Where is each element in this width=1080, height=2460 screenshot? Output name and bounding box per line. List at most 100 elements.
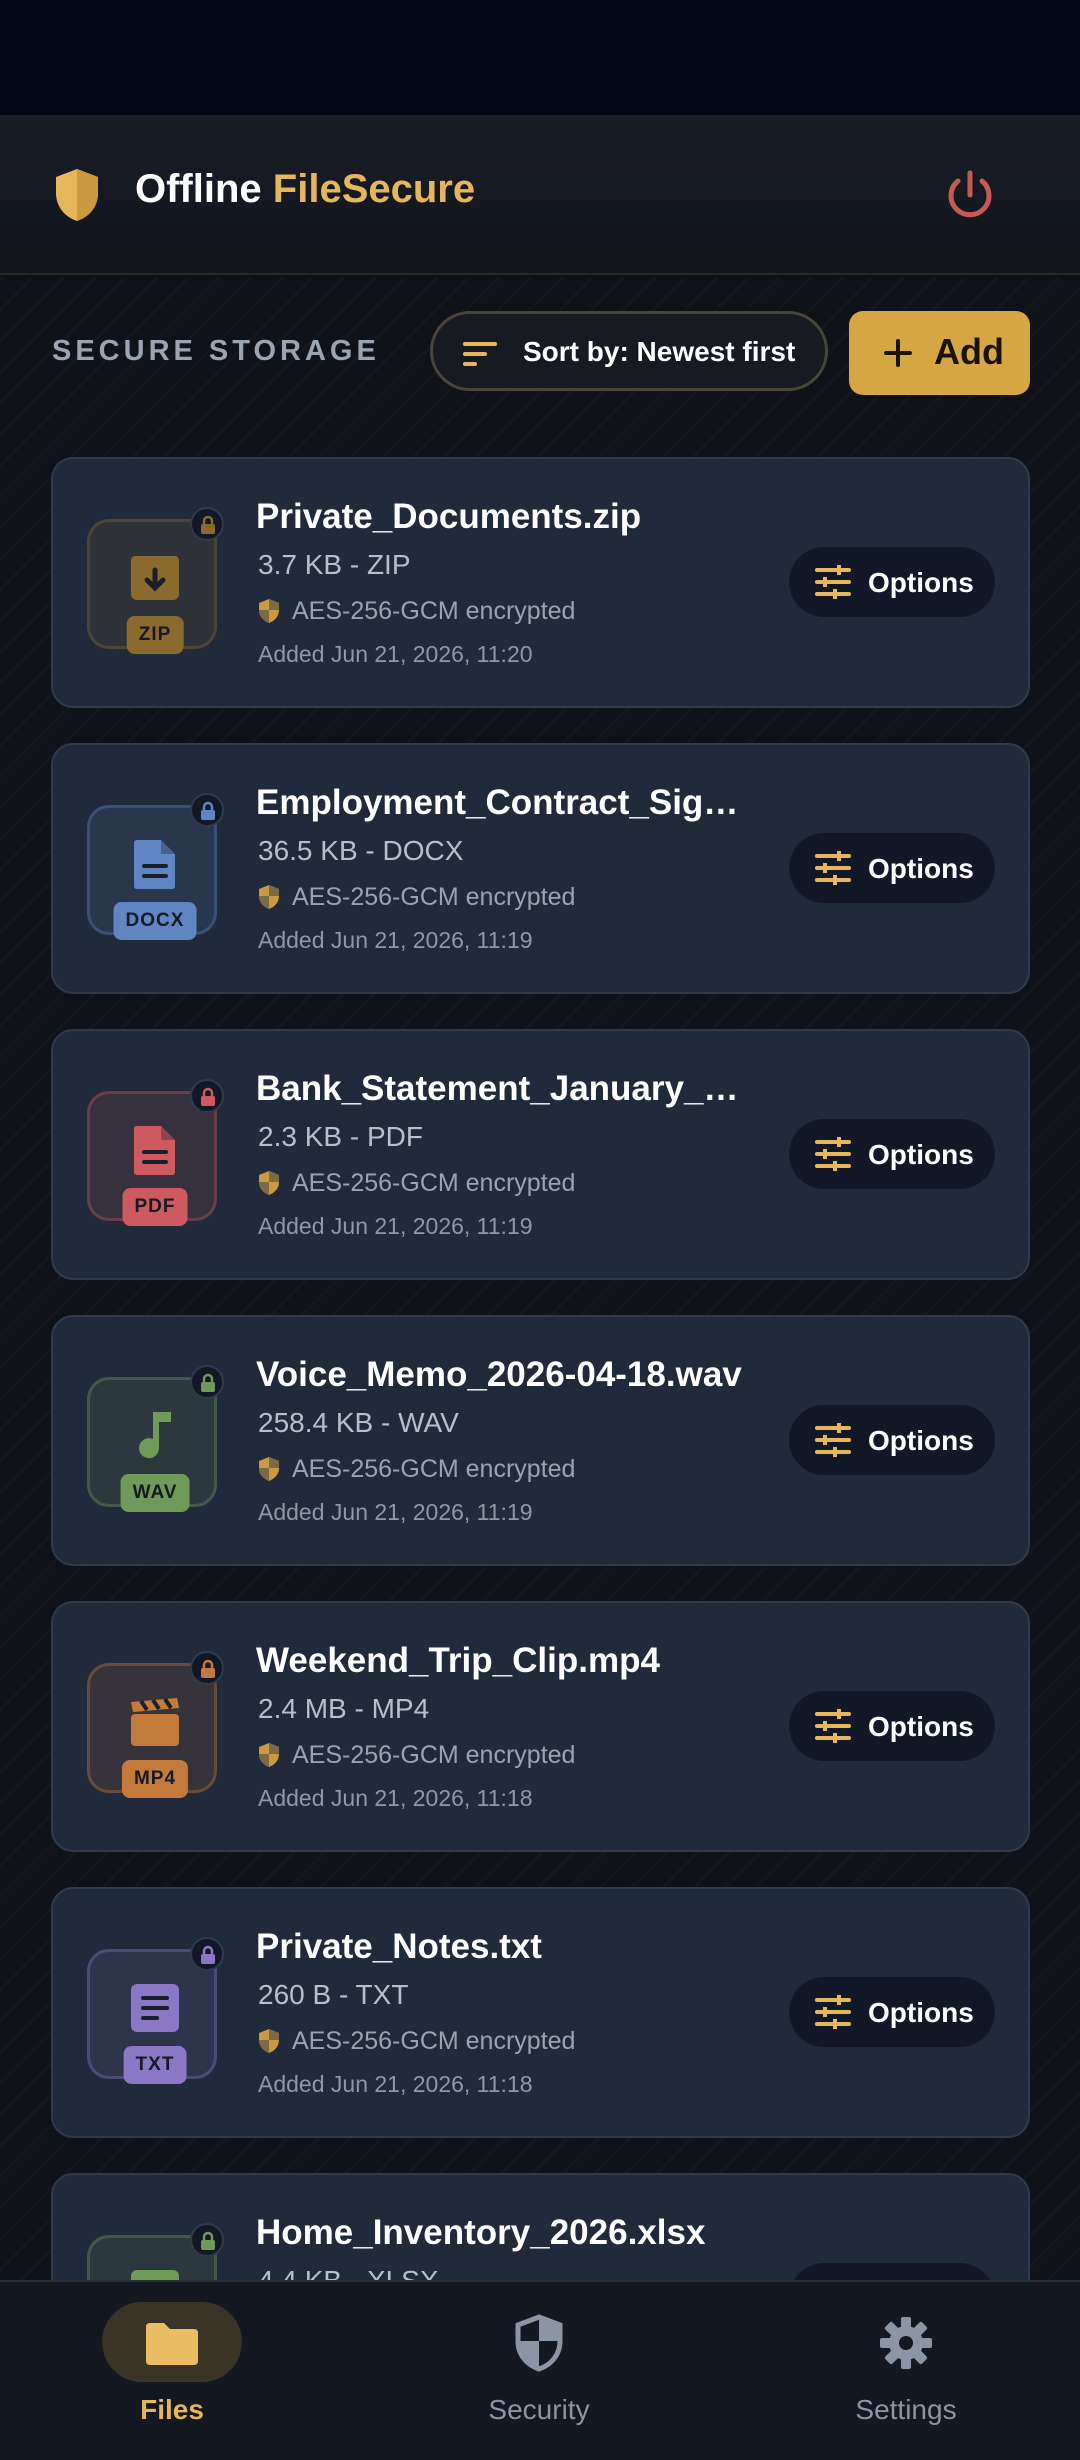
options-label: Options — [868, 1711, 974, 1742]
encryption-label: AES-256-GCM encrypted — [292, 1740, 576, 1769]
options-button[interactable]: Options — [789, 833, 995, 903]
file-type-tag: TXT — [123, 2046, 187, 2084]
nav-files-label: Files — [140, 2394, 204, 2425]
encryption-status: AES-256-GCM encrypted — [258, 1738, 575, 1772]
file-type-tag: MP4 — [121, 1760, 189, 1798]
added-date: Added Jun 21, 2026, 11:20 — [258, 641, 533, 667]
file-list-area[interactable]: SECURE STORAGE Sort by: Newest first Add… — [0, 277, 1080, 2280]
lock-badge — [190, 507, 224, 541]
file-card[interactable]: PDF Bank_Statement_January_2026.pdf 2.3 … — [51, 1029, 1030, 1280]
file-size-type: 260 B - TXT — [258, 1979, 409, 2010]
document-icon — [134, 840, 175, 889]
lock-badge — [190, 1079, 224, 1113]
lock-badge — [190, 2223, 224, 2257]
lock-badge — [190, 1651, 224, 1685]
file-card[interactable]: MP4 Weekend_Trip_Clip.mp4 2.4 MB - MP4 A… — [51, 1601, 1030, 1852]
file-card[interactable]: DOCX Employment_Contract_Signed.docx 36.… — [51, 743, 1030, 994]
lock-icon — [201, 1659, 215, 1678]
app-title-accent: FileSecure — [272, 167, 476, 211]
lock-icon — [201, 2231, 215, 2250]
power-icon — [948, 170, 992, 218]
added-date: Added Jun 21, 2026, 11:18 — [258, 1785, 533, 1811]
file-card[interactable]: XLSX Home_Inventory_2026.xlsx 4.4 KB - X… — [51, 2173, 1030, 2280]
sort-label: Sort by: Newest first — [523, 336, 796, 367]
options-button[interactable]: Options — [789, 2263, 995, 2280]
file-size-type: 36.5 KB - DOCX — [258, 835, 464, 866]
options-button[interactable]: Options — [789, 547, 995, 617]
app-title: Offline FileSecure — [135, 167, 475, 212]
file-type-tag: PDF — [122, 1188, 188, 1226]
file-card[interactable]: TXT Private_Notes.txt 260 B - TXT AES-25… — [51, 1887, 1030, 2138]
options-button[interactable]: Options — [789, 1119, 995, 1189]
folder-icon — [146, 2323, 198, 2365]
file-card[interactable]: ZIP Private_Documents.zip 3.7 KB - ZIP A… — [51, 457, 1030, 708]
added-date: Added Jun 21, 2026, 11:18 — [258, 2071, 533, 2097]
sliders-icon — [815, 1709, 851, 1743]
status-bar — [0, 0, 1080, 115]
encryption-status: AES-256-GCM encrypted — [258, 594, 575, 628]
nav-security[interactable]: Security — [389, 2282, 689, 2460]
nav-files[interactable]: Files — [22, 2282, 322, 2460]
shield-icon — [259, 599, 279, 623]
clapperboard-icon — [131, 1697, 179, 1746]
file-name: Bank_Statement_January_2026.pdf — [256, 1069, 756, 1108]
file-size-type: 2.3 KB - PDF — [258, 1121, 423, 1152]
file-size-type: 2.4 MB - MP4 — [258, 1693, 430, 1724]
lock-icon — [201, 1087, 215, 1106]
bottom-nav: Files Security Settings — [0, 2280, 1080, 2460]
lock-icon — [201, 515, 215, 534]
lock-badge — [190, 1937, 224, 1971]
shield-icon — [259, 1457, 279, 1481]
file-type-tag: ZIP — [126, 616, 184, 654]
added-date: Added Jun 21, 2026, 11:19 — [258, 1213, 533, 1239]
note-icon — [131, 1984, 179, 2032]
options-button[interactable]: Options — [789, 1977, 995, 2047]
file-size-type: 3.7 KB - ZIP — [258, 549, 411, 580]
file-name: Voice_Memo_2026-04-18.wav — [256, 1355, 742, 1394]
options-button[interactable]: Options — [789, 1405, 995, 1475]
file-type-tag: WAV — [120, 1474, 190, 1512]
shield-icon — [259, 885, 279, 909]
options-button[interactable]: Options — [789, 1691, 995, 1761]
nav-settings-label: Settings — [855, 2394, 957, 2425]
encryption-label: AES-256-GCM encrypted — [292, 2026, 576, 2055]
encryption-status: AES-256-GCM encrypted — [258, 1452, 575, 1486]
sliders-icon — [815, 565, 851, 599]
encryption-status: AES-256-GCM encrypted — [258, 2024, 575, 2058]
file-size-type: 4.4 KB - XLSX — [258, 2265, 439, 2280]
lock-icon — [201, 1373, 215, 1392]
gear-icon — [880, 2317, 932, 2369]
shield-icon — [259, 1743, 279, 1767]
sort-icon — [463, 342, 497, 366]
file-size-type: 258.4 KB - WAV — [258, 1407, 459, 1438]
options-label: Options — [868, 567, 974, 598]
options-label: Options — [868, 1139, 974, 1170]
shield-icon — [259, 1171, 279, 1195]
options-label: Options — [868, 853, 974, 884]
file-name: Private_Notes.txt — [256, 1927, 542, 1966]
archive-icon — [131, 556, 179, 600]
encryption-label: AES-256-GCM encrypted — [292, 1454, 576, 1483]
power-button[interactable] — [940, 165, 1000, 225]
nav-security-label: Security — [488, 2394, 590, 2425]
document-icon — [134, 1126, 175, 1175]
sort-button[interactable]: Sort by: Newest first — [430, 311, 828, 391]
shield-icon — [56, 169, 98, 221]
nav-settings[interactable]: Settings — [756, 2282, 1056, 2460]
app-header: Offline FileSecure — [0, 115, 1080, 275]
add-button[interactable]: Add — [849, 311, 1030, 395]
file-name: Home_Inventory_2026.xlsx — [256, 2213, 706, 2252]
lock-badge — [190, 1365, 224, 1399]
file-card[interactable]: WAV Voice_Memo_2026-04-18.wav 258.4 KB -… — [51, 1315, 1030, 1566]
added-date: Added Jun 21, 2026, 11:19 — [258, 927, 533, 953]
encryption-label: AES-256-GCM encrypted — [292, 1168, 576, 1197]
shield-icon — [515, 2314, 563, 2372]
encryption-status: AES-256-GCM encrypted — [258, 880, 575, 914]
lock-icon — [201, 1945, 215, 1964]
spreadsheet-icon — [131, 2270, 179, 2280]
file-name: Private_Documents.zip — [256, 497, 642, 536]
sliders-icon — [815, 1137, 851, 1171]
music-note-icon — [139, 1412, 171, 1459]
added-date: Added Jun 21, 2026, 11:19 — [258, 1499, 533, 1525]
encryption-status: AES-256-GCM encrypted — [258, 1166, 575, 1200]
